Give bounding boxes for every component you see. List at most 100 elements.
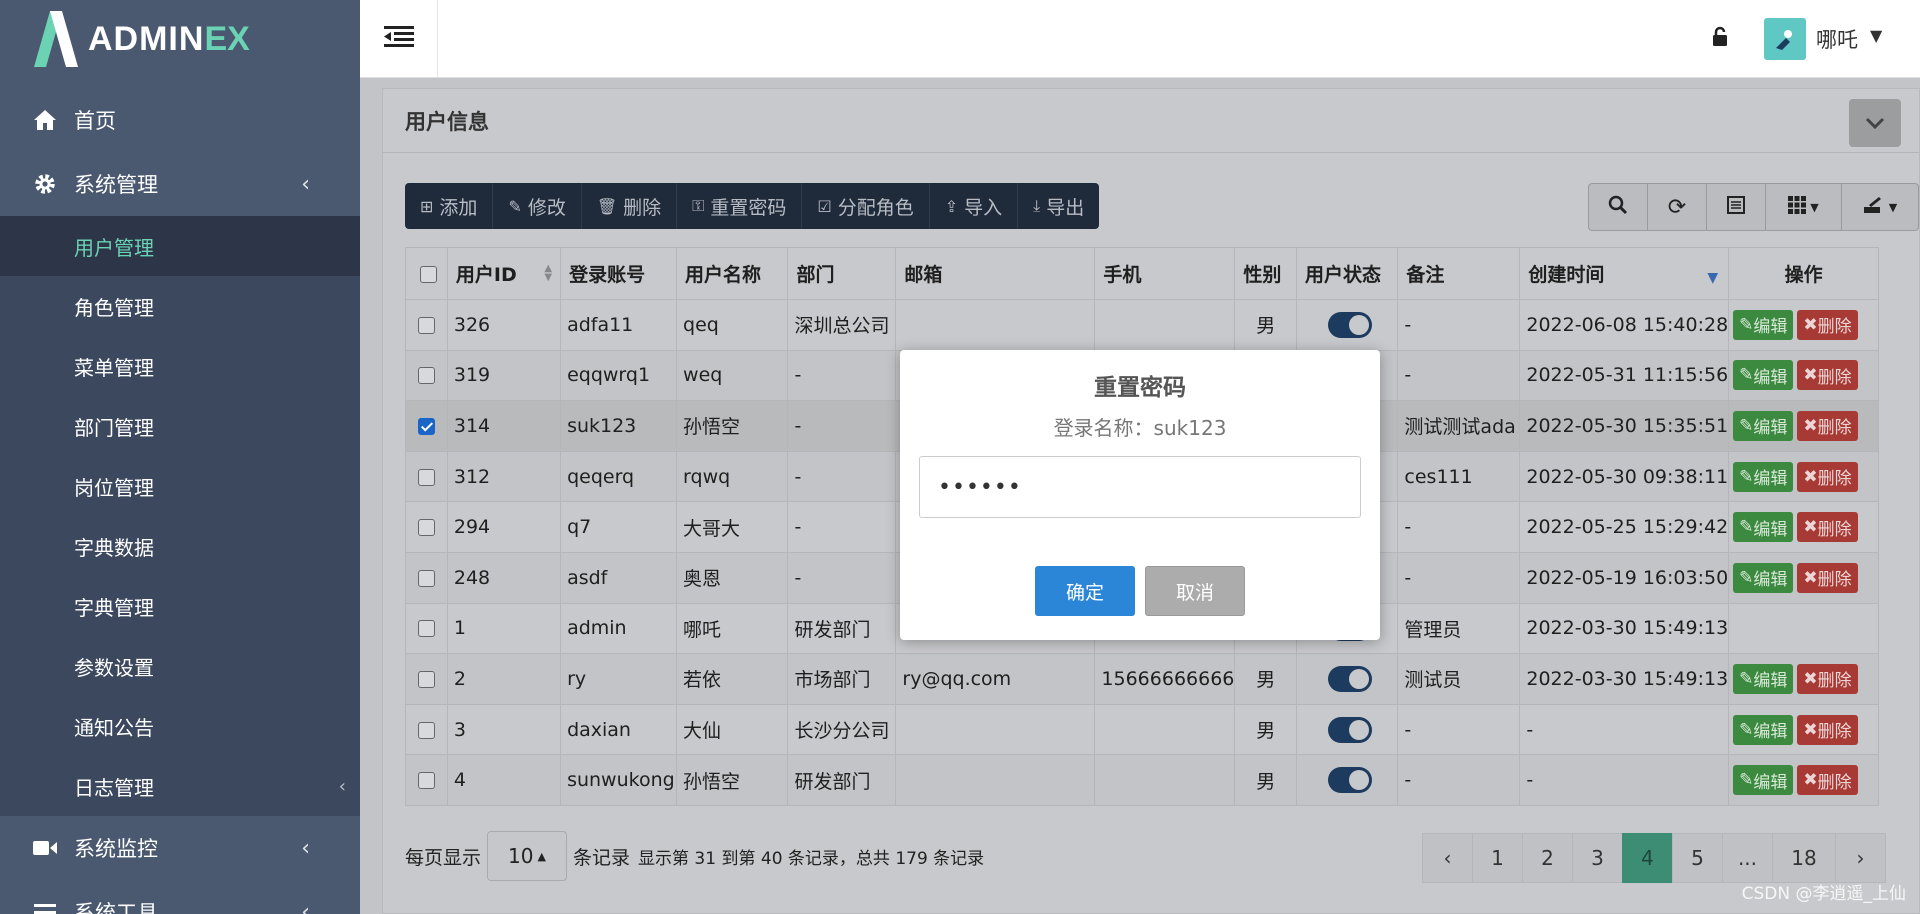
page-size-select[interactable]: 10 ▲: [487, 831, 568, 881]
col-remark[interactable]: 备注: [1397, 247, 1521, 300]
row-checkbox[interactable]: [418, 468, 435, 486]
row-delete-button[interactable]: ✖ 删除: [1797, 360, 1858, 391]
reset-password-button[interactable]: ⚿ 重置密码: [677, 183, 803, 229]
table-row[interactable]: 3 daxian 大仙 长沙分公司男 - - ✎ 编辑 ✖ 删除: [405, 703, 1879, 756]
confirm-button[interactable]: 确定: [1035, 566, 1135, 616]
col-name[interactable]: 用户名称: [676, 247, 789, 300]
sidebar-item-config[interactable]: 参数设置: [0, 636, 360, 696]
sidebar-item-notice[interactable]: 通知公告: [0, 696, 360, 756]
row-checkbox[interactable]: [418, 316, 435, 334]
row-edit-button[interactable]: ✎ 编辑: [1733, 765, 1794, 796]
cancel-button[interactable]: 取消: [1145, 566, 1245, 616]
row-checkbox-cell: [405, 501, 448, 553]
collapse-button[interactable]: [1849, 99, 1901, 147]
row-delete-button[interactable]: ✖ 删除: [1797, 309, 1858, 340]
status-toggle[interactable]: [1328, 767, 1373, 794]
col-status[interactable]: 用户状态: [1296, 247, 1399, 300]
sidebar: ADMIN EX 首页 系统管理 ‹ 用户管理 角色管理 菜单管理 部门管理 岗位…: [0, 0, 360, 914]
col-email[interactable]: 邮箱: [895, 247, 1096, 300]
sidebar-item-post[interactable]: 岗位管理: [0, 456, 360, 516]
col-login[interactable]: 登录账号: [560, 247, 678, 300]
search-button[interactable]: [1589, 184, 1648, 230]
edit-button[interactable]: ✎ 修改: [493, 183, 582, 229]
select-all-checkbox[interactable]: [420, 265, 437, 283]
row-delete-button[interactable]: ✖ 删除: [1797, 410, 1858, 441]
page-2[interactable]: 2: [1522, 833, 1573, 883]
row-delete-button[interactable]: ✖ 删除: [1797, 461, 1858, 492]
col-created[interactable]: 创建时间 ▼: [1519, 247, 1730, 300]
sidebar-item-menu[interactable]: 菜单管理: [0, 336, 360, 396]
row-edit-button[interactable]: ✎ 编辑: [1733, 461, 1794, 492]
row-edit-button[interactable]: ✎ 编辑: [1733, 410, 1794, 441]
status-toggle[interactable]: [1328, 716, 1373, 743]
toggle-view-button[interactable]: [1707, 184, 1766, 230]
sidebar-item-dict-data[interactable]: 字典数据: [0, 516, 360, 576]
row-checkbox[interactable]: [418, 367, 435, 385]
status-toggle[interactable]: [1328, 311, 1373, 338]
col-dept[interactable]: 部门: [787, 247, 897, 300]
row-checkbox[interactable]: [418, 569, 435, 587]
row-checkbox[interactable]: [418, 670, 435, 688]
row-edit-button[interactable]: ✎ 编辑: [1733, 562, 1794, 593]
cell-email: [895, 703, 1096, 756]
page-next[interactable]: ›: [1835, 833, 1886, 883]
sidebar-toggle-button[interactable]: [360, 0, 438, 78]
row-edit-button[interactable]: ✎ 编辑: [1733, 309, 1794, 340]
row-edit-button[interactable]: ✎ 编辑: [1733, 714, 1794, 745]
caret-down-icon[interactable]: ▼: [1870, 26, 1882, 45]
row-edit-button[interactable]: ✎ 编辑: [1733, 512, 1794, 543]
sidebar-item-dept[interactable]: 部门管理: [0, 396, 360, 456]
nav-home[interactable]: 首页: [0, 88, 360, 152]
nav-system[interactable]: 系统管理 ‹: [0, 152, 360, 216]
import-button[interactable]: ⇪ 导入: [930, 183, 1019, 229]
page-4[interactable]: 4: [1622, 833, 1673, 883]
col-phone[interactable]: 手机: [1094, 247, 1236, 300]
lock-icon[interactable]: [1712, 26, 1728, 53]
status-toggle[interactable]: [1328, 665, 1373, 692]
delete-button[interactable]: 🗑 删除: [582, 183, 678, 229]
password-input[interactable]: [919, 456, 1361, 518]
page-prev[interactable]: ‹: [1422, 833, 1473, 883]
nav-monitor[interactable]: 系统监控 ‹: [0, 816, 360, 880]
row-delete-button[interactable]: ✖ 删除: [1797, 714, 1858, 745]
export-menu-button[interactable]: ▼: [1842, 184, 1918, 230]
row-checkbox[interactable]: [418, 620, 435, 638]
refresh-button[interactable]: ⟳: [1648, 184, 1707, 230]
row-checkbox[interactable]: [418, 772, 435, 790]
sidebar-item-dict[interactable]: 字典管理: [0, 576, 360, 636]
table-footer: 每页显示 10 ▲ 条记录 显示第 31 到第 40 条记录，总共 179 条记录: [405, 831, 984, 881]
export-button[interactable]: ⤓ 导出: [1018, 183, 1099, 229]
row-delete-button[interactable]: ✖ 删除: [1797, 512, 1858, 543]
row-checkbox[interactable]: [418, 417, 435, 435]
row-delete-button[interactable]: ✖ 删除: [1797, 765, 1858, 796]
columns-button[interactable]: ▼: [1766, 184, 1842, 230]
username[interactable]: 哪吒: [1816, 24, 1858, 54]
edit-icon: ✎: [1739, 517, 1754, 538]
sidebar-item-user[interactable]: 用户管理: [0, 216, 360, 276]
select-all-cell[interactable]: [405, 247, 448, 300]
nav-tools[interactable]: 系统工具 ‹: [0, 880, 360, 914]
table-row[interactable]: 326 adfa11 qeq 深圳总公司男 -2022-06-08 15:40:28 ✎ 编…: [405, 299, 1879, 351]
col-user-id[interactable]: 用户ID ▲ ▼: [446, 247, 562, 300]
add-button[interactable]: ⊞ 添加: [405, 183, 494, 229]
assign-role-button[interactable]: ☑ 分配角色: [802, 183, 930, 229]
sidebar-item-log[interactable]: 日志管理 ‹: [0, 756, 360, 816]
page-3[interactable]: 3: [1572, 833, 1623, 883]
logo[interactable]: ADMIN EX: [0, 0, 360, 78]
avatar[interactable]: [1764, 18, 1806, 60]
page-1[interactable]: 1: [1472, 833, 1523, 883]
row-checkbox[interactable]: [418, 721, 435, 739]
page-5[interactable]: 5: [1672, 833, 1723, 883]
row-edit-button[interactable]: ✎ 编辑: [1733, 360, 1794, 391]
sidebar-item-role[interactable]: 角色管理: [0, 276, 360, 336]
row-checkbox[interactable]: [418, 519, 435, 537]
page-18[interactable]: 18: [1772, 833, 1836, 883]
download-icon: ⤓: [1033, 196, 1041, 215]
cell-actions: ✎ 编辑 ✖ 删除: [1728, 501, 1879, 553]
row-delete-button[interactable]: ✖ 删除: [1797, 663, 1858, 694]
row-delete-button[interactable]: ✖ 删除: [1797, 562, 1858, 593]
col-gender[interactable]: 性别: [1234, 247, 1298, 300]
row-edit-button[interactable]: ✎ 编辑: [1733, 663, 1794, 694]
table-row[interactable]: 4 sunwukong 孙悟空 研发部门男 - - ✎ 编辑 ✖ 删除: [405, 754, 1879, 806]
table-row[interactable]: 2 ry 若依 市场部门 ry@qq.com 15666666666 男 测试员 2022-03…: [405, 653, 1879, 705]
